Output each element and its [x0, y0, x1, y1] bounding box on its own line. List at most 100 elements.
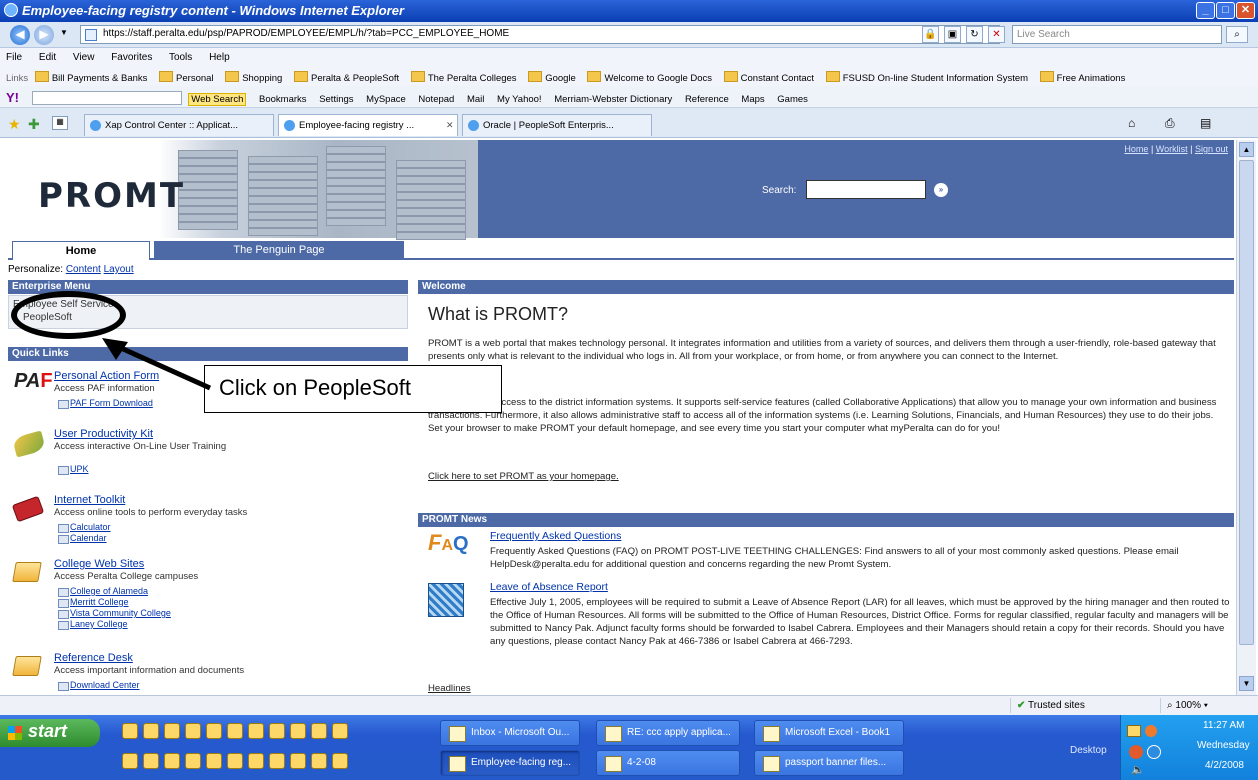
- quick-launch-icon[interactable]: [332, 753, 348, 769]
- sign-out-link[interactable]: Sign out: [1195, 144, 1228, 154]
- quick-launch-icon[interactable]: [227, 723, 243, 739]
- menu-favorites[interactable]: Favorites: [111, 52, 152, 63]
- link-google-docs[interactable]: Welcome to Google Docs: [587, 73, 712, 84]
- quick-launch-icon[interactable]: [122, 753, 138, 769]
- link-free-animations[interactable]: Free Animations: [1040, 73, 1126, 84]
- scroll-up-icon[interactable]: ▲: [1239, 142, 1254, 157]
- yahoo-logo[interactable]: Y!: [6, 90, 19, 105]
- lock-icon[interactable]: 🔒: [922, 26, 939, 43]
- quick-launch-icon[interactable]: [290, 723, 306, 739]
- quick-launch-icon[interactable]: [248, 723, 264, 739]
- page-scrollbar[interactable]: ▲ ▼: [1236, 140, 1256, 695]
- quick-launch-icon[interactable]: [248, 753, 264, 769]
- cert-icon[interactable]: ▣: [944, 26, 961, 43]
- tab-close-icon[interactable]: ✕: [446, 120, 454, 131]
- paf-form-download-link[interactable]: PAF Form Download: [58, 398, 153, 409]
- task-folder-4-2-08[interactable]: 4-2-08: [596, 750, 740, 776]
- window-title-bar[interactable]: Employee-facing registry content - Windo…: [0, 0, 1258, 22]
- quick-launch-icon[interactable]: [269, 753, 285, 769]
- faq-link[interactable]: Frequently Asked Questions: [490, 530, 621, 542]
- task-passport-banner-files[interactable]: passport banner files...: [754, 750, 904, 776]
- quick-launch-icon[interactable]: [122, 723, 138, 739]
- menu-tools[interactable]: Tools: [169, 52, 192, 63]
- page-menu-icon[interactable]: ▤: [1200, 116, 1211, 130]
- set-homepage-link[interactable]: Click here to set PROMT as your homepage…: [428, 470, 619, 483]
- yahoo-settings[interactable]: Settings: [319, 94, 353, 105]
- merritt-college-link[interactable]: Merritt College: [58, 597, 129, 608]
- menu-file[interactable]: File: [6, 52, 22, 63]
- tab-home[interactable]: Home: [12, 241, 150, 260]
- quick-tabs-icon[interactable]: ▦: [52, 116, 68, 130]
- user-productivity-kit-link[interactable]: User Productivity Kit: [54, 428, 153, 440]
- link-shopping[interactable]: Shopping: [225, 73, 282, 84]
- college-of-alameda-link[interactable]: College of Alameda: [58, 586, 148, 597]
- quick-launch-icon[interactable]: [164, 723, 180, 739]
- link-google[interactable]: Google: [528, 73, 576, 84]
- personalize-content-link[interactable]: Content: [66, 264, 101, 275]
- tab-penguin-page[interactable]: The Penguin Page: [154, 241, 404, 260]
- tray-icon[interactable]: [1129, 745, 1143, 759]
- link-constant-contact[interactable]: Constant Contact: [724, 73, 814, 84]
- favorites-star-icon[interactable]: ★: [8, 116, 21, 133]
- personalize-layout-link[interactable]: Layout: [104, 264, 134, 275]
- search-icon[interactable]: ⌕: [1226, 26, 1248, 43]
- upk-link[interactable]: UPK: [58, 464, 89, 475]
- quick-launch-icon[interactable]: [185, 753, 201, 769]
- stop-icon[interactable]: ✕: [988, 26, 1005, 43]
- headlines-link[interactable]: Headlines: [428, 682, 471, 695]
- quick-launch-icon[interactable]: [332, 723, 348, 739]
- portal-search-input[interactable]: [806, 180, 926, 199]
- tab-oracle-peoplesoft[interactable]: Oracle | PeopleSoft Enterpris...: [462, 114, 652, 136]
- calendar-link[interactable]: Calendar: [58, 533, 107, 544]
- live-search-input[interactable]: Live Search: [1012, 25, 1222, 44]
- menu-edit[interactable]: Edit: [39, 52, 56, 63]
- link-bill-payments[interactable]: Bill Payments & Banks: [35, 73, 148, 84]
- tray-icon[interactable]: [1127, 725, 1141, 737]
- print-icon[interactable]: ⎙: [1165, 116, 1175, 131]
- security-zone[interactable]: ✔ Trusted sites: [1010, 698, 1150, 713]
- task-outlook-inbox[interactable]: Inbox - Microsoft Ou...: [440, 720, 580, 746]
- desktop-toolbar-label[interactable]: Desktop: [1070, 745, 1107, 756]
- quick-launch-icon[interactable]: [143, 723, 159, 739]
- address-bar[interactable]: https://staff.peralta.edu/psp/PAPROD/EMP…: [80, 25, 1000, 44]
- quick-launch-icon[interactable]: [311, 753, 327, 769]
- yahoo-my-yahoo[interactable]: My Yahoo!: [497, 94, 542, 105]
- quick-launch-icon[interactable]: [185, 723, 201, 739]
- yahoo-maps[interactable]: Maps: [741, 94, 764, 105]
- tray-icon[interactable]: [1147, 745, 1161, 759]
- link-fsusd[interactable]: FSUSD On-line Student Information System: [826, 73, 1028, 84]
- reference-desk-link[interactable]: Reference Desk: [54, 652, 133, 664]
- quick-launch-icon[interactable]: [206, 723, 222, 739]
- quick-launch-icon[interactable]: [269, 723, 285, 739]
- leave-of-absence-link[interactable]: Leave of Absence Report: [490, 581, 608, 593]
- tab-employee-facing-registry[interactable]: Employee-facing registry ...: [278, 114, 458, 136]
- scroll-thumb[interactable]: [1239, 160, 1254, 645]
- yahoo-notepad[interactable]: Notepad: [418, 94, 454, 105]
- yahoo-bookmarks[interactable]: Bookmarks: [259, 94, 307, 105]
- task-re-ccc-apply[interactable]: RE: ccc apply applica...: [596, 720, 740, 746]
- scroll-down-icon[interactable]: ▼: [1239, 676, 1254, 691]
- back-arrow-icon[interactable]: ◀: [10, 25, 30, 45]
- yahoo-search-input[interactable]: [31, 91, 182, 105]
- link-peralta-colleges[interactable]: The Peralta Colleges: [411, 73, 517, 84]
- refresh-icon[interactable]: ↻: [966, 26, 983, 43]
- add-favorites-icon[interactable]: ✚: [28, 116, 40, 133]
- yahoo-games[interactable]: Games: [777, 94, 808, 105]
- worklist-link[interactable]: Worklist: [1156, 144, 1188, 154]
- yahoo-web-search-button[interactable]: Web Search: [188, 93, 247, 106]
- link-peralta-peoplesoft[interactable]: Peralta & PeopleSoft: [294, 73, 399, 84]
- yahoo-reference[interactable]: Reference: [685, 94, 729, 105]
- tab-xap-control-center[interactable]: Xap Control Center :: Applicat...: [84, 114, 274, 136]
- yahoo-myspace[interactable]: MySpace: [366, 94, 406, 105]
- college-web-sites-link[interactable]: College Web Sites: [54, 558, 144, 570]
- menu-view[interactable]: View: [73, 52, 95, 63]
- quick-launch-icon[interactable]: [206, 753, 222, 769]
- forward-arrow-icon[interactable]: ▶: [34, 25, 54, 45]
- home-link[interactable]: Home: [1124, 144, 1148, 154]
- quick-launch-icon[interactable]: [164, 753, 180, 769]
- zoom-control[interactable]: ⌕ 100% ▾: [1160, 698, 1258, 713]
- quick-launch-icon[interactable]: [143, 753, 159, 769]
- promt-logo[interactable]: PROMT: [38, 176, 185, 216]
- home-icon[interactable]: ⌂: [1128, 116, 1135, 130]
- yahoo-mail[interactable]: Mail: [467, 94, 484, 105]
